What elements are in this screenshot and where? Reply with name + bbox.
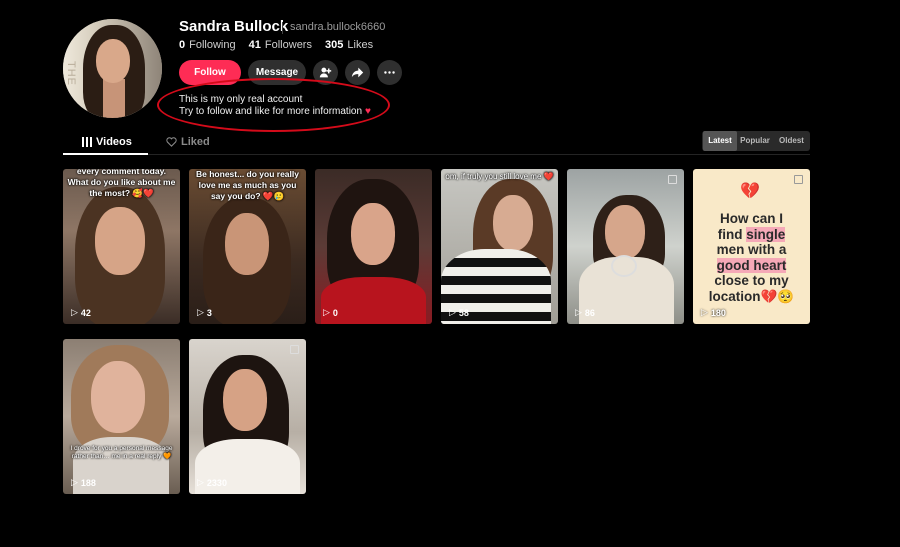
text-line: men with a bbox=[716, 242, 787, 257]
view-count: ▷ 2330 bbox=[197, 477, 227, 488]
grid-icon bbox=[82, 137, 92, 147]
followers-label: Followers bbox=[264, 39, 312, 51]
sort-latest[interactable]: Latest bbox=[703, 131, 737, 151]
text-line: How can I bbox=[719, 211, 783, 226]
share-button[interactable] bbox=[345, 60, 370, 85]
name-divider bbox=[282, 22, 283, 34]
video-card-7[interactable]: I drove for you a personal message rathe… bbox=[63, 339, 180, 494]
text-word: location bbox=[708, 288, 761, 304]
view-count-value: 180 bbox=[710, 307, 726, 318]
video-card-1[interactable]: every comment today. What do you like ab… bbox=[63, 169, 180, 324]
video-card-8[interactable]: ▷ 2330 bbox=[189, 339, 306, 494]
text-emoji: 💔🥺 bbox=[760, 288, 795, 304]
view-count: ▷ 188 bbox=[71, 477, 96, 488]
view-count: ▷ 3 bbox=[197, 307, 212, 318]
text-line: close to my bbox=[714, 273, 789, 288]
share-arrow-icon bbox=[351, 67, 364, 78]
video-caption: every comment today. What do you like ab… bbox=[67, 169, 176, 198]
video-card-5[interactable]: ▷ 86 bbox=[567, 169, 684, 324]
sort-oldest[interactable]: Oldest bbox=[774, 131, 809, 151]
profile-stats: 0 Following 41 Followers 305 Likes bbox=[179, 39, 383, 51]
view-count-value: 188 bbox=[80, 477, 96, 488]
followers-stat[interactable]: 41 Followers bbox=[249, 39, 312, 51]
text-highlight: good heart bbox=[716, 257, 787, 273]
heart-lock-icon bbox=[166, 137, 177, 147]
text-highlight: single bbox=[746, 226, 786, 242]
tab-liked[interactable]: Liked bbox=[166, 136, 210, 148]
likes-count: 305 bbox=[325, 39, 344, 51]
more-dots-icon bbox=[384, 71, 395, 74]
pinned-icon bbox=[668, 175, 677, 184]
video-card-4[interactable]: om, if truly you still love me ❤️ ▷ 58 bbox=[441, 169, 558, 324]
video-card-2[interactable]: Be honest... do you really love me as mu… bbox=[189, 169, 306, 324]
following-label: Following bbox=[189, 39, 236, 51]
following-count: 0 bbox=[179, 39, 186, 51]
following-stat[interactable]: 0 Following bbox=[179, 39, 236, 51]
broken-heart-icon: 💔 bbox=[740, 183, 760, 200]
pinned-icon bbox=[794, 175, 803, 184]
view-count-value: 3 bbox=[206, 307, 212, 318]
view-count: ▷ 86 bbox=[575, 307, 595, 318]
view-count-value: 2330 bbox=[206, 477, 227, 488]
sort-popular[interactable]: Popular bbox=[738, 131, 772, 151]
profile-avatar: THE bbox=[63, 19, 162, 118]
profile-handle: sandra.bullock6660 bbox=[290, 21, 386, 33]
sort-toggle: Latest Popular Oldest bbox=[702, 131, 810, 151]
more-options-button[interactable] bbox=[377, 60, 402, 85]
video-caption: om, if truly you still love me ❤️ bbox=[445, 172, 554, 181]
text-word: find bbox=[717, 226, 743, 242]
tab-videos-label: Videos bbox=[96, 136, 132, 148]
video-card-3[interactable]: ▷ 0 bbox=[315, 169, 432, 324]
add-person-icon bbox=[319, 67, 332, 78]
followers-count: 41 bbox=[248, 39, 261, 51]
view-count-value: 0 bbox=[332, 307, 338, 318]
view-count: ▷ 42 bbox=[71, 307, 91, 318]
view-count-value: 86 bbox=[584, 307, 595, 318]
pinned-icon bbox=[290, 345, 299, 354]
video-card-6[interactable]: 💔 How can I find single men with a good … bbox=[693, 169, 810, 324]
tab-liked-label: Liked bbox=[181, 136, 210, 148]
view-count-value: 42 bbox=[80, 307, 91, 318]
tab-videos[interactable]: Videos bbox=[82, 136, 132, 148]
view-count: ▷ 180 bbox=[701, 307, 726, 318]
view-count-value: 58 bbox=[458, 307, 469, 318]
profile-name: Sandra Bullock bbox=[179, 18, 289, 35]
view-count: ▷ 58 bbox=[449, 307, 469, 318]
text-card-message: How can I find single men with a good he… bbox=[699, 211, 804, 304]
video-caption: I drove for you a personal message rathe… bbox=[70, 445, 173, 460]
likes-label: Likes bbox=[347, 39, 374, 51]
tabs-divider bbox=[63, 154, 810, 155]
video-caption: Be honest... do you really love me as mu… bbox=[196, 169, 299, 201]
active-tab-indicator bbox=[63, 153, 148, 155]
likes-stat: 305 Likes bbox=[325, 39, 373, 51]
view-count: ▷ 0 bbox=[323, 307, 338, 318]
annotation-circle bbox=[157, 78, 390, 132]
